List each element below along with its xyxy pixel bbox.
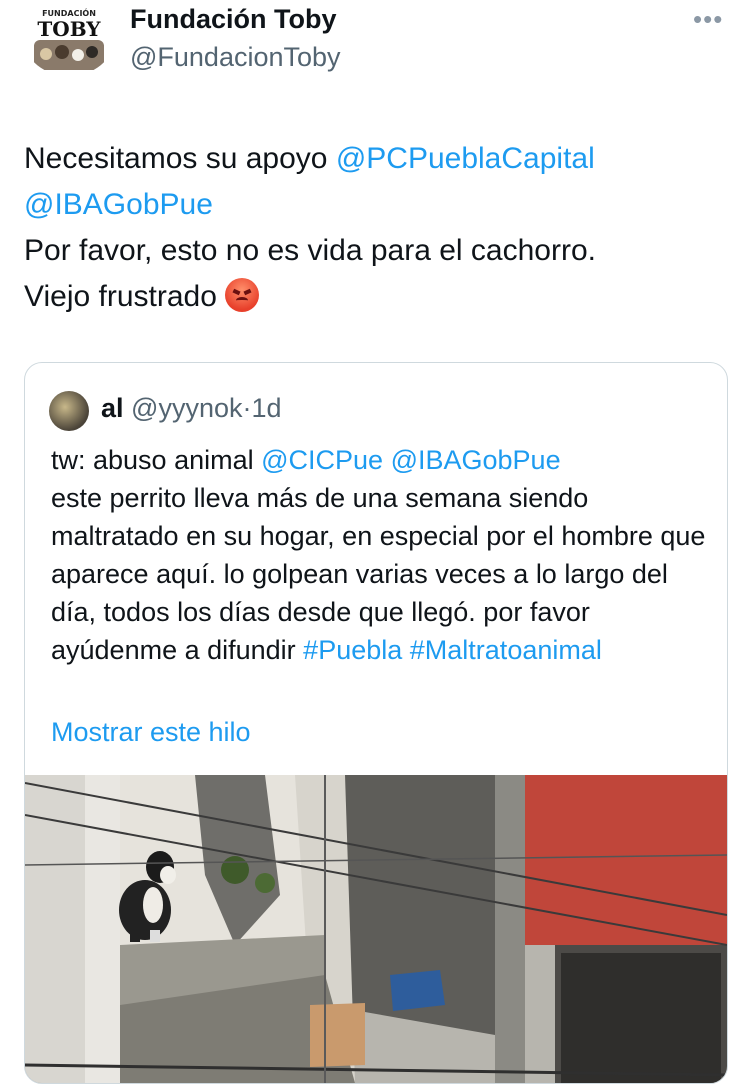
mention-ibagobpue-quoted[interactable]: @IBAGobPue [391,445,561,475]
tweet-text-line3: Por favor, esto no es vida para el cacho… [24,234,596,267]
tweet-text-line1: Necesitamos su apoyo [24,142,336,175]
hashtag-puebla[interactable]: #Puebla [303,635,402,665]
hashtag-maltratoanimal[interactable]: #Maltratoanimal [410,635,602,665]
quoted-tweet-header: al @yyynok·1d [101,393,282,424]
show-thread-link[interactable]: Mostrar este hilo [51,717,251,748]
quoted-author-avatar[interactable] [49,391,89,431]
quoted-text-body: este perrito lleva más de una semana sie… [51,483,706,665]
mention-cicpue[interactable]: @CICPue [261,445,383,475]
tweet-text: Necesitamos su apoyo @PCPueblaCapital @I… [24,136,724,320]
quoted-text-line1: tw: abuso animal @CICPue @IBAGobPue [51,445,561,475]
ellipsis-icon[interactable]: ••• [693,4,723,35]
fundacion-toby-logo: FUNDACIÓN TOBY [24,2,114,76]
quoted-tweet-time[interactable]: 1d [252,393,282,423]
author-display-name[interactable]: Fundación Toby [130,4,336,35]
quoted-author-handle[interactable]: @yyynok [131,393,242,423]
dog-photo-illustration [25,775,727,1083]
quoted-tweet-card[interactable]: al @yyynok·1d tw: abuso animal @CICPue @… [24,362,728,1084]
quoted-tweet-text: tw: abuso animal @CICPue @IBAGobPue este… [51,441,716,669]
angry-face-emoji-icon [224,278,259,312]
author-avatar[interactable]: FUNDACIÓN TOBY [24,2,114,76]
author-handle[interactable]: @FundacionToby [130,42,341,73]
mention-pcpueblacapital[interactable]: @PCPueblaCapital [336,142,595,175]
separator-dot: · [242,393,252,423]
quoted-author-name[interactable]: al [101,393,124,423]
mention-ibagobpue[interactable]: @IBAGobPue [24,188,213,221]
quoted-tweet-photo[interactable] [25,775,727,1083]
svg-text:TOBY: TOBY [37,17,101,41]
tweet-text-line4: Viejo frustrado [24,280,217,313]
